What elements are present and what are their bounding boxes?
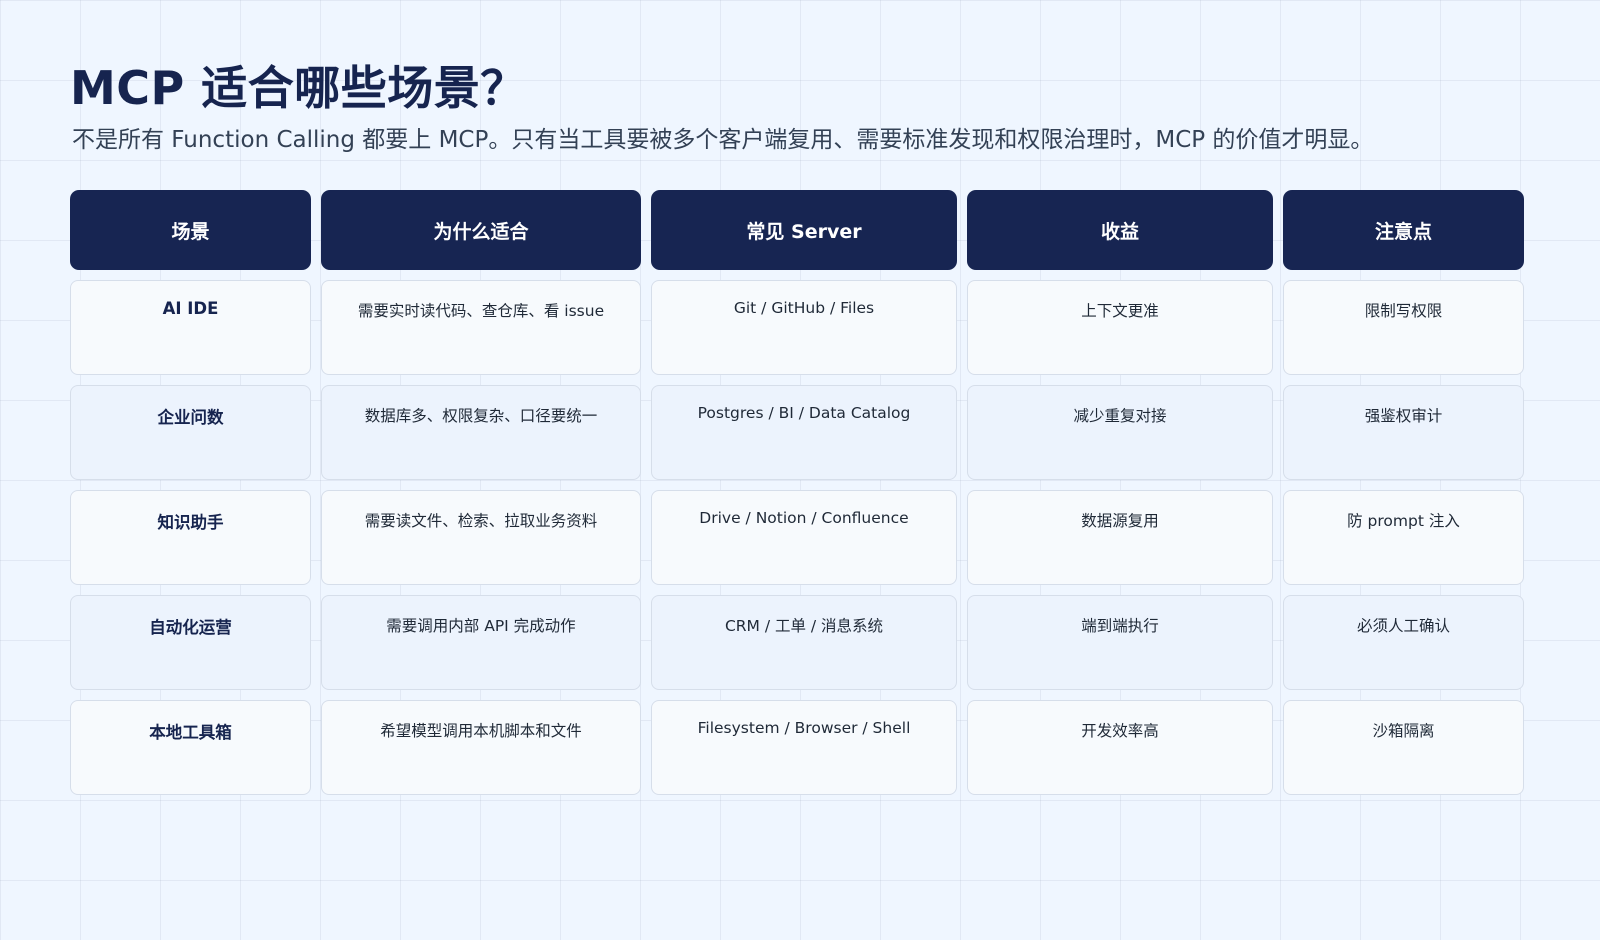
scenario-cell: AI IDE xyxy=(70,280,311,375)
benefit-cell: 上下文更准 xyxy=(967,280,1273,375)
server-cell: Drive / Notion / Confluence xyxy=(651,490,957,585)
server-cell: Postgres / BI / Data Catalog xyxy=(651,385,957,480)
table-header-scenario: 场景 xyxy=(70,190,311,270)
why-fit-cell: 需要调用内部 API 完成动作 xyxy=(321,595,641,690)
benefit-cell: 数据源复用 xyxy=(967,490,1273,585)
caveat-cell: 限制写权限 xyxy=(1283,280,1524,375)
benefit-cell: 开发效率高 xyxy=(967,700,1273,795)
scenario-cell: 企业问数 xyxy=(70,385,311,480)
table-header-common-server: 常见 Server xyxy=(651,190,957,270)
page-subtitle: 不是所有 Function Calling 都要上 MCP。只有当工具要被多个客… xyxy=(72,127,1374,153)
why-fit-cell: 希望模型调用本机脚本和文件 xyxy=(321,700,641,795)
page-title: MCP 适合哪些场景？ xyxy=(70,61,527,115)
table-header-why-fit: 为什么适合 xyxy=(321,190,641,270)
scenario-cell: 本地工具箱 xyxy=(70,700,311,795)
table-header-benefit: 收益 xyxy=(967,190,1273,270)
scenario-table: 场景 为什么适合 常见 Server 收益 注意点 AI IDE 需要实时读代码… xyxy=(70,190,1524,795)
why-fit-cell: 需要实时读代码、查仓库、看 issue xyxy=(321,280,641,375)
server-cell: Git / GitHub / Files xyxy=(651,280,957,375)
server-cell: CRM / 工单 / 消息系统 xyxy=(651,595,957,690)
benefit-cell: 端到端执行 xyxy=(967,595,1273,690)
why-fit-cell: 需要读文件、检索、拉取业务资料 xyxy=(321,490,641,585)
caveat-cell: 沙箱隔离 xyxy=(1283,700,1524,795)
benefit-cell: 减少重复对接 xyxy=(967,385,1273,480)
caveat-cell: 防 prompt 注入 xyxy=(1283,490,1524,585)
scenario-cell: 自动化运营 xyxy=(70,595,311,690)
caveat-cell: 强鉴权审计 xyxy=(1283,385,1524,480)
caveat-cell: 必须人工确认 xyxy=(1283,595,1524,690)
why-fit-cell: 数据库多、权限复杂、口径要统一 xyxy=(321,385,641,480)
server-cell: Filesystem / Browser / Shell xyxy=(651,700,957,795)
table-header-caveat: 注意点 xyxy=(1283,190,1524,270)
scenario-cell: 知识助手 xyxy=(70,490,311,585)
